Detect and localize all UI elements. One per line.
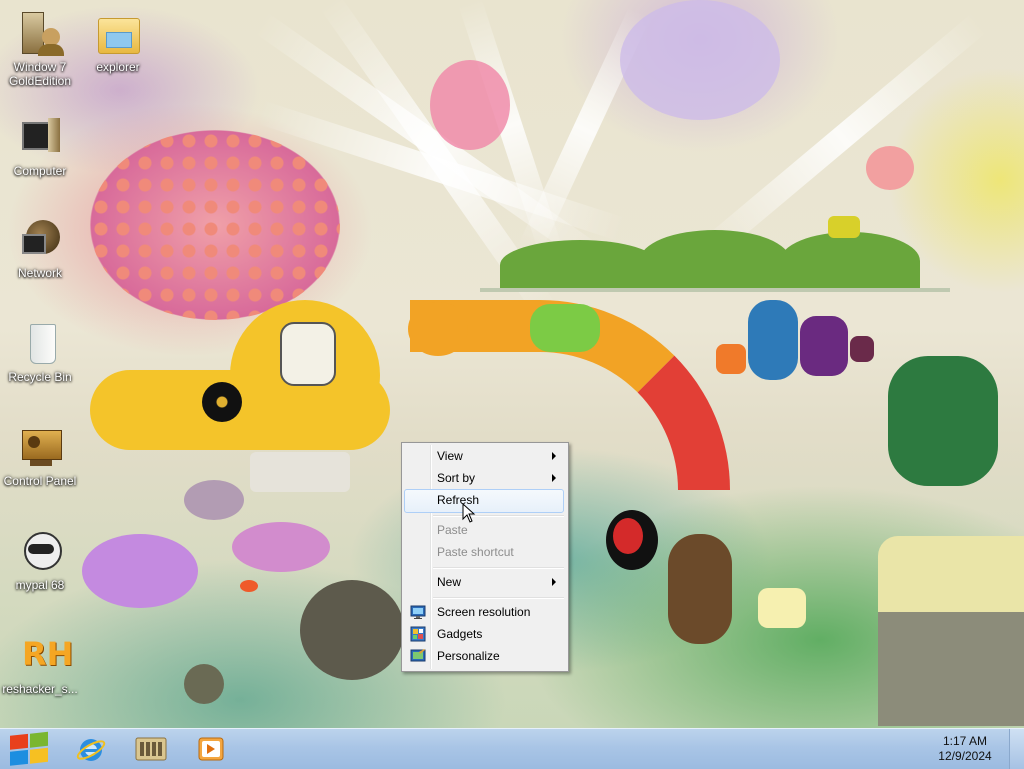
dark-ball [184, 664, 224, 704]
turntable [250, 452, 350, 492]
menu-item-screen-resolution[interactable]: Screen resolution [404, 601, 564, 623]
desktop-icon-mypal-68[interactable]: mypal 68 [0, 528, 80, 592]
purple-mushroom [82, 534, 198, 608]
menu-item-label: Paste [437, 523, 468, 537]
taskbar-explorer-button[interactable] [124, 731, 178, 767]
menu-item-label: Sort by [437, 471, 476, 485]
menu-item-refresh[interactable]: Refresh [404, 489, 564, 513]
menu-item-view[interactable]: View [404, 445, 564, 467]
raccoon-icon [16, 528, 64, 576]
taskbar: 1:17 AM 12/9/2024 [0, 728, 1024, 769]
yellow-car [828, 216, 860, 238]
orange-jelly [716, 344, 746, 374]
icon-label: Control Panel [3, 474, 77, 488]
desktop-icon-network[interactable]: Network [0, 216, 80, 280]
purple-mushroom [232, 522, 330, 572]
desktop-icon-computer[interactable]: Computer [0, 114, 80, 178]
submenu-arrow-icon [552, 578, 556, 586]
show-desktop-button[interactable] [1009, 729, 1024, 769]
pink-blob [430, 60, 510, 150]
green-hill [500, 240, 660, 290]
menu-item-label: Paste shortcut [437, 545, 514, 559]
dark-jelly [850, 336, 874, 362]
mouse-cursor-icon [462, 503, 476, 523]
start-button[interactable] [2, 730, 56, 768]
taskbar-ie-button[interactable] [64, 731, 118, 767]
desktop-icon-recycle-bin[interactable]: Recycle Bin [0, 320, 80, 384]
icon-label: reshacker_s... [2, 682, 78, 696]
gadgets-icon [410, 626, 426, 642]
personalize-icon [410, 648, 426, 664]
taskbar-media-player-button[interactable] [184, 731, 238, 767]
menu-separator [433, 567, 564, 569]
desktop-icon-reshacker[interactable]: RH reshacker_s... [0, 632, 80, 696]
icon-label: Computer [13, 164, 67, 178]
menu-item-label: Gadgets [437, 627, 483, 641]
icon-label: Recycle Bin [8, 370, 72, 384]
purple-jelly [800, 316, 848, 376]
menu-item-personalize[interactable]: Personalize [404, 645, 564, 667]
media-player-icon [198, 737, 224, 761]
worm-head [408, 302, 468, 356]
horizon-line [480, 288, 950, 292]
icon-label: Network [17, 266, 62, 280]
menu-separator [433, 597, 564, 599]
recycle-bin-icon [16, 320, 64, 368]
ie-icon [76, 739, 106, 761]
green-hill [780, 232, 920, 290]
person-pc-icon [16, 10, 64, 58]
donut [866, 146, 914, 190]
menu-item-label: View [437, 449, 463, 463]
desktop-context-menu: View Sort by Refresh Paste Paste shortcu… [401, 442, 569, 672]
folder-icon [94, 10, 142, 58]
icon-label: mypal 68 [15, 578, 65, 592]
goldfish [240, 580, 258, 592]
menu-item-new[interactable]: New [404, 571, 564, 593]
vinyl-record [202, 382, 242, 422]
desktop-icon-control-panel[interactable]: Control Panel [0, 424, 80, 488]
menu-item-gadgets[interactable]: Gadgets [404, 623, 564, 645]
library-folder-icon [135, 737, 167, 761]
grey-mushroom [184, 480, 244, 520]
desktop-icon-explorer[interactable]: explorer [78, 10, 158, 74]
icon-label: explorer [96, 60, 140, 74]
dark-ball [300, 580, 404, 680]
purple-moon [620, 0, 780, 120]
submenu-arrow-icon [552, 474, 556, 482]
small-pillow [758, 588, 806, 628]
worm-green-band [530, 304, 600, 352]
system-clock[interactable]: 1:17 AM 12/9/2024 [930, 734, 1000, 764]
pink-cloud [90, 130, 340, 320]
rice-cooker [280, 322, 336, 386]
rh-icon: RH [22, 635, 74, 673]
windows-logo-icon [10, 731, 48, 766]
submenu-arrow-icon [552, 452, 556, 460]
clock-time: 1:17 AM [942, 734, 988, 748]
plush-box [878, 536, 1024, 726]
blue-jelly [748, 300, 798, 380]
computer-icon [16, 114, 64, 162]
brown-bunny [668, 534, 732, 644]
menu-item-paste-shortcut[interactable]: Paste shortcut [404, 541, 564, 563]
network-icon [16, 216, 64, 264]
monitor-icon [410, 604, 426, 620]
icon-label: GoldEdition [8, 74, 72, 88]
menu-item-label: New [437, 575, 462, 589]
menu-item-label: Personalize [437, 649, 500, 663]
control-panel-icon [16, 424, 64, 472]
icon-label: Window 7 [13, 60, 67, 74]
green-cactus-creature [888, 356, 998, 486]
red-bird-body [613, 518, 643, 554]
menu-item-sort-by[interactable]: Sort by [404, 467, 564, 489]
menu-item-paste[interactable]: Paste [404, 519, 564, 541]
clock-date: 12/9/2024 [938, 749, 992, 763]
menu-item-label: Screen resolution [437, 605, 531, 619]
desktop-icon-window7-goldedition[interactable]: Window 7 GoldEdition [0, 10, 80, 88]
green-hill [640, 230, 790, 290]
menu-separator [433, 515, 564, 517]
